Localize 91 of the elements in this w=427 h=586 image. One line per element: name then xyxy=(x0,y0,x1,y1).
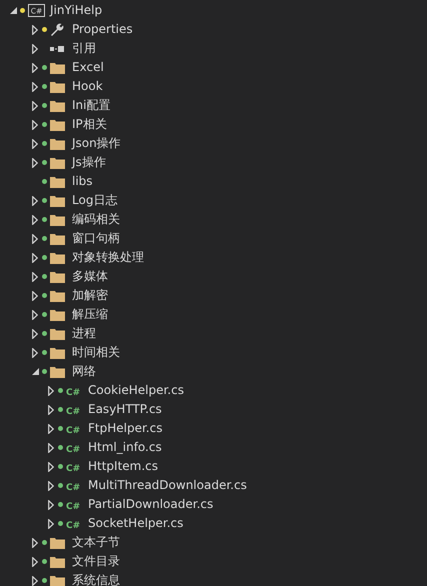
tree-item[interactable]: 解压缩 xyxy=(72,305,108,324)
tree-item[interactable]: 窗口句柄 xyxy=(72,229,120,248)
folder-icon xyxy=(50,156,65,168)
tree-item[interactable]: MultiThreadDownloader.cs xyxy=(88,476,247,495)
folder-icon xyxy=(50,80,65,92)
expand-arrow-icon[interactable] xyxy=(32,44,38,54)
expand-arrow-icon[interactable] xyxy=(48,386,54,396)
csharp-file-icon: C# xyxy=(66,442,82,452)
expand-arrow-icon[interactable] xyxy=(32,272,38,282)
tree-item[interactable]: 网络 xyxy=(72,362,96,381)
expand-arrow-icon[interactable] xyxy=(48,404,54,414)
tree-item[interactable]: 时间相关 xyxy=(72,343,120,362)
folder-icon xyxy=(50,346,65,358)
folder-icon xyxy=(50,574,65,586)
tree-item[interactable]: 进程 xyxy=(72,324,96,343)
tree-item[interactable]: Hook xyxy=(72,77,103,96)
expand-arrow-icon[interactable] xyxy=(32,120,38,130)
csharp-file-icon: C# xyxy=(66,424,82,434)
expand-arrow-icon[interactable] xyxy=(32,214,38,224)
expand-arrow-icon[interactable] xyxy=(48,462,54,472)
folder-icon xyxy=(50,366,65,378)
references-icon xyxy=(50,44,64,52)
folder-icon xyxy=(50,556,65,568)
expand-arrow-icon[interactable] xyxy=(32,196,38,206)
folder-icon xyxy=(50,214,65,226)
folder-icon xyxy=(50,100,65,112)
expand-arrow-icon[interactable] xyxy=(32,290,38,300)
tree-item[interactable]: 编码相关 xyxy=(72,210,120,229)
tree-item[interactable]: Js操作 xyxy=(72,153,106,172)
tree-item[interactable]: PartialDownloader.cs xyxy=(88,495,214,514)
expand-arrow-icon[interactable] xyxy=(32,310,38,320)
folder-icon xyxy=(50,176,65,188)
expand-arrow-icon[interactable] xyxy=(32,82,38,92)
expand-arrow-icon[interactable] xyxy=(32,328,38,338)
csharp-file-icon: C# xyxy=(66,386,82,396)
folder-icon xyxy=(50,290,65,302)
expand-arrow-icon[interactable] xyxy=(48,424,54,434)
folder-icon xyxy=(50,308,65,320)
tree-item[interactable]: CookieHelper.cs xyxy=(88,381,184,400)
expand-arrow-icon[interactable] xyxy=(32,234,38,244)
collapse-arrow-icon[interactable] xyxy=(10,7,16,14)
expand-arrow-icon[interactable] xyxy=(32,62,38,72)
tree-item[interactable]: SocketHelper.cs xyxy=(88,514,184,533)
tree-item[interactable]: 文件目录 xyxy=(72,552,120,571)
expand-arrow-icon[interactable] xyxy=(48,442,54,452)
expand-arrow-icon[interactable] xyxy=(48,500,54,510)
tree-item[interactable]: FtpHelper.cs xyxy=(88,419,162,438)
expand-arrow-icon[interactable] xyxy=(32,24,38,34)
expand-arrow-icon[interactable] xyxy=(48,518,54,528)
tree-item[interactable]: Properties xyxy=(72,20,133,39)
folder-icon xyxy=(50,62,65,74)
csharp-file-icon: C# xyxy=(66,480,82,490)
tree-item[interactable]: HttpItem.cs xyxy=(88,457,158,476)
tree-item[interactable]: 对象转换处理 xyxy=(72,248,144,267)
folder-icon xyxy=(50,328,65,340)
expand-arrow-icon[interactable] xyxy=(32,158,38,168)
expand-arrow-icon[interactable] xyxy=(48,480,54,490)
expand-arrow-icon[interactable] xyxy=(32,556,38,566)
collapse-arrow-icon[interactable] xyxy=(32,368,38,375)
tree-item[interactable]: libs xyxy=(72,172,93,191)
tree-item[interactable]: Ini配置 xyxy=(72,96,110,115)
tree-item[interactable]: 引用 xyxy=(72,39,96,58)
folder-icon xyxy=(50,252,65,264)
tree-item[interactable]: Html_info.cs xyxy=(88,438,162,457)
tree-item[interactable]: Log日志 xyxy=(72,191,118,210)
expand-arrow-icon[interactable] xyxy=(32,100,38,110)
csharp-file-icon: C# xyxy=(66,462,82,472)
folder-icon xyxy=(50,138,65,150)
tree-item[interactable]: IP相关 xyxy=(72,115,107,134)
tree-item[interactable]: Excel xyxy=(72,58,104,77)
expand-arrow-icon[interactable] xyxy=(32,348,38,358)
expand-arrow-icon[interactable] xyxy=(32,538,38,548)
folder-icon xyxy=(50,194,65,206)
csharp-file-icon: C# xyxy=(66,518,82,528)
folder-icon xyxy=(50,232,65,244)
tree-item[interactable]: 文本子节 xyxy=(72,533,120,552)
tree-item[interactable]: 系统信息 xyxy=(72,571,120,586)
tree-item[interactable]: EasyHTTP.cs xyxy=(88,400,162,419)
tree-item[interactable]: 加解密 xyxy=(72,286,108,305)
folder-icon xyxy=(50,536,65,548)
wrench-icon xyxy=(50,22,64,36)
tree-item[interactable]: Json操作 xyxy=(72,134,121,153)
csharp-file-icon: C# xyxy=(66,404,82,414)
expand-arrow-icon[interactable] xyxy=(32,252,38,262)
folder-icon xyxy=(50,270,65,282)
tree-item[interactable]: JinYiHelp xyxy=(50,1,102,20)
expand-arrow-icon[interactable] xyxy=(32,576,38,586)
tree-item[interactable]: 多媒体 xyxy=(72,267,108,286)
expand-arrow-icon[interactable] xyxy=(32,138,38,148)
folder-icon xyxy=(50,118,65,130)
csharp-file-icon: C# xyxy=(66,500,82,510)
